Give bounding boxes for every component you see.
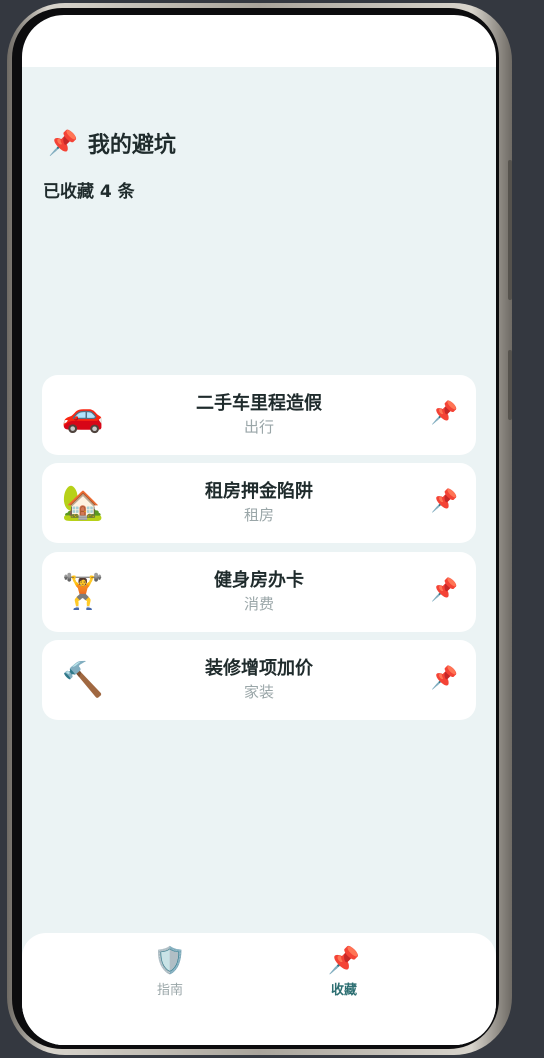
- unpin-icon[interactable]: 📌: [431, 489, 458, 515]
- favorite-card-renovation[interactable]: 🔨 装修增项加价 家装 📌: [42, 640, 476, 720]
- card-category: 家装: [243, 683, 274, 701]
- unpin-icon[interactable]: 📌: [431, 401, 458, 427]
- card-category: 出行: [243, 418, 274, 436]
- favorite-card-gym[interactable]: 🏋️ 健身房办卡 消费 📌: [42, 552, 476, 632]
- tab-favorites[interactable]: 📌 收藏: [304, 945, 384, 998]
- tab-favorites-label: 收藏: [330, 983, 357, 998]
- bottom-tab-bar: 🛡️ 指南 📌 收藏: [22, 933, 496, 1045]
- shield-icon: 🛡️: [153, 946, 187, 976]
- phone-side-button: [508, 350, 512, 420]
- favorite-card-used-car[interactable]: 🚗 二手车里程造假 出行 📌: [42, 375, 476, 455]
- unpin-icon[interactable]: 📌: [431, 578, 458, 604]
- card-title: 租房押金陷阱: [205, 481, 313, 502]
- pushpin-icon: 📌: [48, 129, 78, 157]
- card-category: 租房: [243, 506, 274, 524]
- unpin-icon[interactable]: 📌: [431, 666, 458, 692]
- page-header: 📌 我的避坑: [48, 127, 176, 159]
- card-title: 装修增项加价: [205, 658, 313, 679]
- card-title: 二手车里程造假: [196, 393, 322, 414]
- app-screen: 📌 我的避坑 已收藏 4 条 🚗 二手车里程造假 出行 📌 🏡 租房押金陷阱 租…: [22, 15, 496, 1045]
- favorite-card-rent-deposit[interactable]: 🏡 租房押金陷阱 租房 📌: [42, 463, 476, 543]
- favorites-count: 已收藏 4 条: [43, 182, 135, 202]
- pushpin-icon: 📌: [327, 946, 361, 976]
- card-title: 健身房办卡: [214, 570, 304, 591]
- card-category: 消费: [243, 595, 274, 613]
- tab-guide-label: 指南: [156, 983, 183, 998]
- page-title: 我的避坑: [87, 133, 176, 158]
- tab-guide[interactable]: 🛡️ 指南: [130, 945, 210, 998]
- phone-side-button: [508, 160, 512, 300]
